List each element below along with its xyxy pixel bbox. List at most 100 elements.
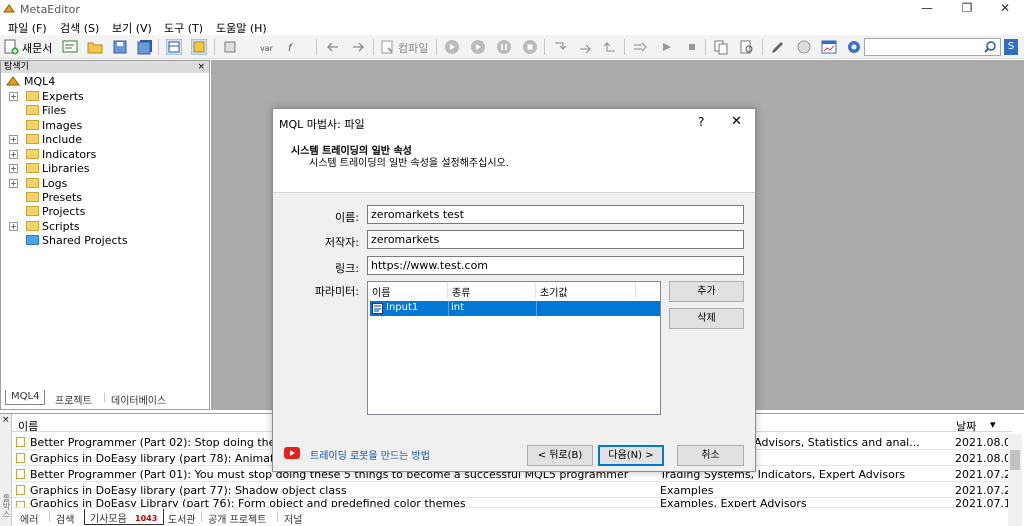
step-over-icon[interactable] <box>577 39 593 55</box>
toolbox-tabs: 에러 | 검색 기사모음 1043 도서관 | 공개 프로젝트 | 저널 <box>20 509 303 526</box>
table-row[interactable]: Graphics in DoEasy Library (part 76): Fo… <box>12 498 1008 508</box>
parameters-label: 파라미터: <box>314 285 359 298</box>
navigator-panel: 탐색기 × MQL4 + Experts Files Images + Includ… <box>0 60 210 410</box>
start-debug-icon[interactable] <box>470 39 486 55</box>
menu-search[interactable]: 검색 (S) <box>60 20 99 36</box>
col-name-header[interactable]: 이름 <box>18 418 38 434</box>
table-row[interactable]: Graphics in DoEasy library (part 77): Sh… <box>12 482 1018 498</box>
new-mql-icon[interactable] <box>62 39 78 55</box>
dialog-help-button[interactable]: ? <box>698 115 704 129</box>
copy-document-icon[interactable] <box>713 39 729 55</box>
cancel-button[interactable]: 취소 <box>677 445 744 466</box>
search-icon[interactable] <box>983 40 997 54</box>
folder-icon <box>26 134 39 144</box>
save-icon[interactable] <box>112 39 128 55</box>
expand-icon[interactable]: + <box>9 222 18 231</box>
param-col-initial[interactable]: 초기값 <box>536 282 636 299</box>
save-all-icon[interactable] <box>137 39 153 55</box>
delete-button[interactable]: 삭제 <box>669 308 744 329</box>
tab-articles[interactable]: 기사모음 1043 <box>84 509 164 525</box>
compile-label[interactable]: 컴파일 <box>398 40 428 56</box>
name-field[interactable]: zeromarkets test <box>367 205 744 224</box>
back-arrow-icon[interactable] <box>325 39 341 55</box>
toolbox-close-icon[interactable]: × <box>2 415 10 425</box>
menu-file[interactable]: 파일 (F) <box>8 20 47 36</box>
tab-journal[interactable]: 저널 <box>284 511 302 526</box>
mql-wizard-dialog: MQL 마법사: 파일 ? ✕ 시스템 트레이딩의 일반 속성 시스템 트레이딩… <box>272 108 756 472</box>
tab-projects[interactable]: 프로젝트 <box>55 392 92 407</box>
add-button[interactable]: 추가 <box>669 281 744 302</box>
search-mode-badge[interactable]: S <box>1004 39 1018 55</box>
open-folder-icon[interactable] <box>87 39 103 55</box>
author-field[interactable]: zeromarkets <box>367 230 744 249</box>
new-document-label[interactable]: 새문서 <box>22 40 52 56</box>
dialog-header: 시스템 트레이딩의 일반 속성 시스템 트레이딩의 일반 속성을 설정해주십시오… <box>273 135 755 193</box>
tab-search[interactable]: 검색 <box>56 511 74 526</box>
settings-gear-icon[interactable] <box>846 39 862 55</box>
youtube-icon[interactable] <box>284 447 300 459</box>
scrollbar-thumb[interactable] <box>1010 450 1020 470</box>
continue-icon[interactable] <box>659 39 675 55</box>
author-label: 저작자: <box>324 236 359 249</box>
tab-public-projects[interactable]: 공개 프로젝트 <box>208 511 266 526</box>
dialog-subheading: 시스템 트레이딩의 일반 속성을 설정해주십시오. <box>309 158 509 169</box>
forward-arrow-icon[interactable] <box>350 39 366 55</box>
expand-icon[interactable]: + <box>9 179 18 188</box>
tab-database[interactable]: 데이터베이스 <box>111 392 166 407</box>
compile-icon[interactable] <box>380 39 396 55</box>
navigator-close-icon[interactable]: × <box>197 61 205 73</box>
expand-icon[interactable]: + <box>9 92 18 101</box>
stop-debug-icon[interactable] <box>684 39 700 55</box>
metaeditor-logo-icon <box>3 4 15 13</box>
param-col-type[interactable]: 종류 <box>448 282 536 299</box>
toolbox-toggle-icon[interactable] <box>191 39 207 55</box>
restore-button[interactable]: ❐ <box>952 1 982 17</box>
find-in-document-icon[interactable] <box>739 39 755 55</box>
new-document-icon[interactable] <box>3 39 19 55</box>
step-out-icon[interactable] <box>602 39 618 55</box>
articles-scrollbar[interactable] <box>1008 434 1022 526</box>
menu-help[interactable]: 도움말 (H) <box>216 20 267 36</box>
list-names-icon[interactable]: var <box>258 39 274 55</box>
stop-icon[interactable] <box>522 39 538 55</box>
pause-icon[interactable] <box>496 39 512 55</box>
main-toolbar: 새문서 var f 컴파일 S <box>0 35 1024 59</box>
svg-text:var: var <box>260 44 274 53</box>
col-date-header[interactable]: 날짜 <box>956 418 976 434</box>
param-col-name[interactable]: 이름 <box>368 282 448 299</box>
mql5-cloud-icon[interactable] <box>796 39 812 55</box>
menu-view[interactable]: 보기 (V) <box>112 20 152 36</box>
article-icon <box>16 453 25 463</box>
param-row-selected[interactable]: Input1 int <box>370 301 660 316</box>
search-input[interactable] <box>864 38 1001 56</box>
chart-window-icon[interactable] <box>821 39 837 55</box>
folder-icon <box>26 105 39 115</box>
parameters-table[interactable]: 이름 종류 초기값 Input1 int <box>367 281 661 415</box>
tab-library[interactable]: 도서관 <box>168 511 196 526</box>
minimize-button[interactable]: — <box>912 1 942 17</box>
dialog-title-bar: MQL 마법사: 파일 ? ✕ <box>273 109 755 135</box>
step-into-icon[interactable] <box>552 39 568 55</box>
tab-errors[interactable]: 에러 <box>20 511 38 526</box>
menu-tools[interactable]: 도구 (T) <box>164 20 203 36</box>
folder-icon <box>26 163 39 173</box>
back-button[interactable]: < 뒤로(B) <box>527 445 593 466</box>
youtube-tutorial-link[interactable]: 트레이딩 로봇을 만드는 방법 <box>310 447 430 462</box>
run-to-cursor-icon[interactable] <box>632 39 648 55</box>
mql4-root-icon <box>6 76 20 86</box>
folder-icon <box>26 149 39 159</box>
styler-icon[interactable] <box>222 39 238 55</box>
expand-icon[interactable]: + <box>9 164 18 173</box>
tab-mql4[interactable]: MQL4 <box>5 390 46 405</box>
link-field[interactable]: https://www.test.com <box>367 256 744 275</box>
close-window-button[interactable]: ✕ <box>990 1 1020 17</box>
sort-down-icon[interactable]: ▾ <box>990 418 996 431</box>
expand-icon[interactable]: + <box>9 135 18 144</box>
navigator-toggle-icon[interactable] <box>166 39 182 55</box>
start-profiling-icon[interactable] <box>444 39 460 55</box>
pen-tool-icon[interactable] <box>770 39 786 55</box>
parameters-info-icon[interactable]: f <box>286 39 302 55</box>
next-button[interactable]: 다음(N) > <box>598 445 664 466</box>
dialog-close-button[interactable]: ✕ <box>731 114 742 129</box>
expand-icon[interactable]: + <box>9 150 18 159</box>
